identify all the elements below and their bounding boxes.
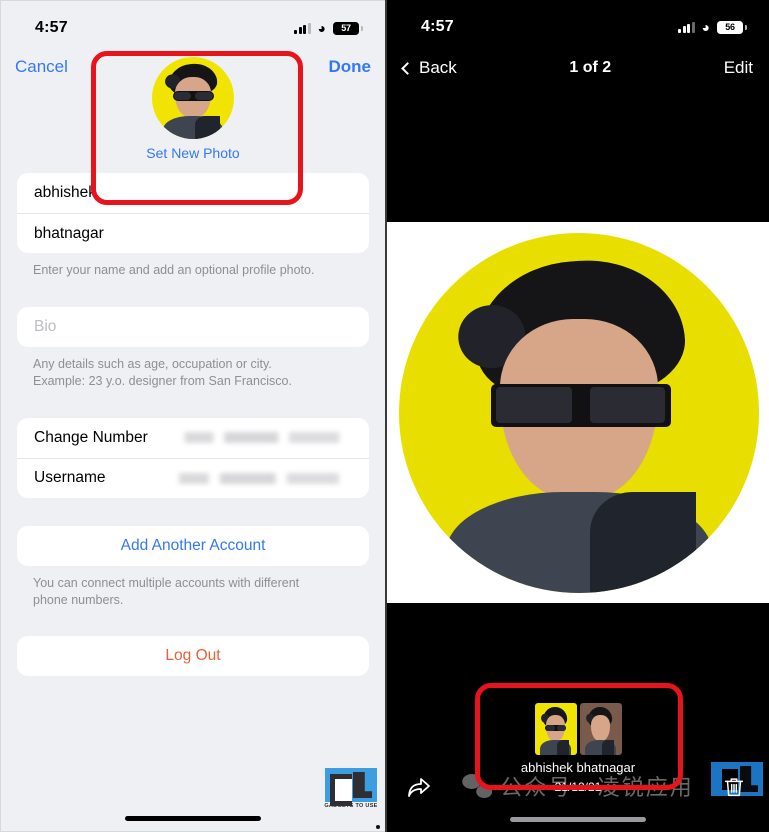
photo-face-illustration: [399, 233, 759, 593]
edit-button[interactable]: Edit: [724, 58, 753, 78]
cellular-bars-icon: [294, 22, 311, 34]
first-name-field[interactable]: abhishek: [17, 173, 369, 213]
profile-photo-large[interactable]: [399, 232, 759, 593]
battery-icon: 56: [717, 20, 747, 34]
chevron-left-icon: [401, 61, 414, 75]
thumbnail-face-illustration: [535, 703, 577, 755]
log-out-button[interactable]: Log Out: [17, 636, 369, 677]
thumbnail-list: [534, 703, 622, 755]
change-number-row[interactable]: Change Number: [17, 418, 369, 458]
status-indicators: ◕ 56: [678, 19, 747, 35]
left-status-bar: 4:57 ◕ 57: [1, 1, 385, 47]
right-phone-panel: 4:57 ◕ 56 Back 1 of 2 Edit abhishek bhat…: [385, 0, 769, 832]
wifi-icon: ◕: [701, 19, 710, 35]
home-indicator: [125, 816, 261, 821]
cancel-button[interactable]: Cancel: [15, 57, 68, 77]
bio-hint-line-1: Any details such as age, occupation or c…: [33, 356, 272, 371]
change-number-value-redacted: [171, 432, 352, 444]
change-number-label: Change Number: [34, 428, 148, 446]
username-value-redacted: [165, 472, 352, 484]
home-indicator: [510, 817, 646, 822]
cellular-bars-icon: [678, 21, 695, 33]
bio-card: Bio: [17, 306, 369, 347]
share-icon[interactable]: [405, 774, 435, 804]
screenshot-stage: 4:57 ◕ 57 Cancel Done Set New Photo abhi…: [0, 0, 769, 832]
status-indicators: ◕ 57: [294, 20, 363, 36]
username-label: Username: [34, 469, 106, 487]
thumbnail-face-illustration: [580, 703, 622, 755]
gadgets-to-use-watermark: GADGETS TO USE: [323, 763, 379, 809]
name-fields-card: abhishek bhatnagar: [17, 173, 369, 253]
status-time: 4:57: [35, 19, 68, 36]
name-hint: Enter your name and add an optional prof…: [33, 263, 315, 277]
wifi-icon: ◕: [317, 20, 326, 36]
username-row[interactable]: Username: [17, 457, 369, 498]
right-nav-bar: Back 1 of 2 Edit: [387, 46, 769, 90]
add-account-hint-line-1: You can connect multiple accounts with d…: [33, 575, 300, 590]
add-account-hint-line-2: phone numbers.: [33, 592, 124, 607]
status-time: 4:57: [421, 18, 454, 35]
thumbnail-2[interactable]: [579, 703, 622, 755]
left-phone-panel: 4:57 ◕ 57 Cancel Done Set New Photo abhi…: [0, 0, 385, 832]
trash-icon[interactable]: [721, 774, 751, 804]
cursor-dot: [376, 825, 380, 829]
set-new-photo-button[interactable]: Set New Photo: [146, 145, 239, 161]
battery-level: 56: [725, 22, 735, 32]
thumbnail-1[interactable]: [534, 703, 577, 755]
photo-toolbar: [387, 772, 769, 806]
photo-counter-title: 1 of 2: [569, 59, 612, 76]
bio-field[interactable]: Bio: [17, 307, 369, 347]
account-card: Change Number Username: [17, 417, 369, 498]
add-another-account-button[interactable]: Add Another Account: [17, 525, 369, 566]
avatar-face-illustration: [152, 57, 234, 139]
gadgets-to-use-mark-icon: [325, 768, 377, 806]
battery-level: 57: [341, 23, 351, 33]
done-button[interactable]: Done: [329, 57, 372, 77]
back-button[interactable]: Back: [401, 58, 457, 78]
add-account-hint: You can connect multiple accounts with d…: [1, 566, 385, 609]
photo-viewer[interactable]: [387, 222, 769, 603]
right-status-bar: 4:57 ◕ 56: [387, 0, 769, 46]
bio-hint-line-2: Example: 23 y.o. designer from San Franc…: [33, 373, 292, 388]
battery-icon: 57: [333, 21, 363, 35]
last-name-field[interactable]: bhatnagar: [17, 213, 369, 253]
profile-avatar[interactable]: [152, 57, 234, 139]
bio-hint: Any details such as age, occupation or c…: [1, 347, 385, 390]
back-label: Back: [419, 58, 457, 77]
